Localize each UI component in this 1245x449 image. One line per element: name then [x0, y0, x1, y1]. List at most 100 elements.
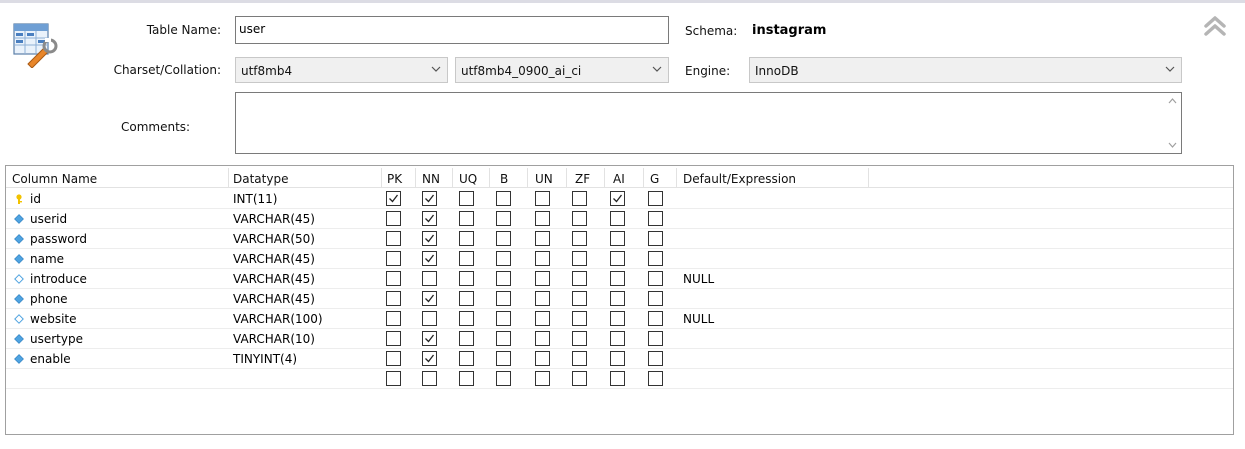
- ai-checkbox[interactable]: [610, 191, 625, 206]
- b-checkbox[interactable]: [496, 251, 511, 266]
- header-nn[interactable]: NN: [422, 172, 440, 186]
- zf-checkbox[interactable]: [572, 371, 587, 386]
- un-checkbox[interactable]: [535, 291, 550, 306]
- zf-checkbox[interactable]: [572, 211, 587, 226]
- column-name-cell[interactable]: id: [14, 192, 41, 206]
- un-checkbox[interactable]: [535, 231, 550, 246]
- pk-checkbox[interactable]: [386, 331, 401, 346]
- comments-scrollbar[interactable]: [1164, 93, 1181, 153]
- ai-checkbox[interactable]: [610, 271, 625, 286]
- table-name-field[interactable]: user: [235, 16, 669, 44]
- datatype-cell[interactable]: INT(11): [233, 192, 277, 206]
- g-checkbox[interactable]: [648, 251, 663, 266]
- table-row[interactable]: id INT(11): [6, 189, 1233, 209]
- datatype-cell[interactable]: VARCHAR(45): [233, 292, 315, 306]
- pk-checkbox[interactable]: [386, 251, 401, 266]
- datatype-cell[interactable]: VARCHAR(45): [233, 272, 315, 286]
- pk-checkbox[interactable]: [386, 191, 401, 206]
- pk-checkbox[interactable]: [386, 371, 401, 386]
- nn-checkbox[interactable]: [422, 351, 437, 366]
- header-column-name[interactable]: Column Name: [12, 172, 97, 186]
- header-default-expression[interactable]: Default/Expression: [683, 172, 796, 186]
- ai-checkbox[interactable]: [610, 371, 625, 386]
- table-row[interactable]: userid VARCHAR(45): [6, 209, 1233, 229]
- datatype-cell[interactable]: VARCHAR(45): [233, 252, 315, 266]
- collation-select[interactable]: utf8mb4_0900_ai_ci: [455, 57, 669, 83]
- ai-checkbox[interactable]: [610, 231, 625, 246]
- zf-checkbox[interactable]: [572, 231, 587, 246]
- datatype-cell[interactable]: VARCHAR(10): [233, 332, 315, 346]
- pk-checkbox[interactable]: [386, 351, 401, 366]
- ai-checkbox[interactable]: [610, 311, 625, 326]
- zf-checkbox[interactable]: [572, 271, 587, 286]
- g-checkbox[interactable]: [648, 371, 663, 386]
- b-checkbox[interactable]: [496, 371, 511, 386]
- b-checkbox[interactable]: [496, 231, 511, 246]
- uq-checkbox[interactable]: [459, 351, 474, 366]
- engine-select[interactable]: InnoDB: [749, 57, 1182, 83]
- comments-textarea[interactable]: [235, 92, 1182, 154]
- zf-checkbox[interactable]: [572, 251, 587, 266]
- uq-checkbox[interactable]: [459, 371, 474, 386]
- pk-checkbox[interactable]: [386, 211, 401, 226]
- un-checkbox[interactable]: [535, 331, 550, 346]
- nn-checkbox[interactable]: [422, 211, 437, 226]
- uq-checkbox[interactable]: [459, 271, 474, 286]
- nn-checkbox[interactable]: [422, 331, 437, 346]
- pk-checkbox[interactable]: [386, 291, 401, 306]
- table-row[interactable]: password VARCHAR(50): [6, 229, 1233, 249]
- zf-checkbox[interactable]: [572, 351, 587, 366]
- table-row[interactable]: [6, 369, 1233, 389]
- un-checkbox[interactable]: [535, 211, 550, 226]
- datatype-cell[interactable]: TINYINT(4): [233, 352, 297, 366]
- column-name-cell[interactable]: userid: [14, 212, 67, 226]
- ai-checkbox[interactable]: [610, 351, 625, 366]
- default-expression-cell[interactable]: NULL: [683, 312, 714, 326]
- nn-checkbox[interactable]: [422, 251, 437, 266]
- nn-checkbox[interactable]: [422, 191, 437, 206]
- uq-checkbox[interactable]: [459, 211, 474, 226]
- header-b[interactable]: B: [500, 172, 508, 186]
- g-checkbox[interactable]: [648, 271, 663, 286]
- b-checkbox[interactable]: [496, 291, 511, 306]
- b-checkbox[interactable]: [496, 191, 511, 206]
- header-datatype[interactable]: Datatype: [233, 172, 288, 186]
- ai-checkbox[interactable]: [610, 331, 625, 346]
- column-name-cell[interactable]: enable: [14, 352, 71, 366]
- ai-checkbox[interactable]: [610, 251, 625, 266]
- g-checkbox[interactable]: [648, 311, 663, 326]
- nn-checkbox[interactable]: [422, 311, 437, 326]
- g-checkbox[interactable]: [648, 191, 663, 206]
- column-name-cell[interactable]: introduce: [14, 272, 87, 286]
- column-name-cell[interactable]: name: [14, 252, 64, 266]
- un-checkbox[interactable]: [535, 251, 550, 266]
- ai-checkbox[interactable]: [610, 291, 625, 306]
- zf-checkbox[interactable]: [572, 311, 587, 326]
- uq-checkbox[interactable]: [459, 191, 474, 206]
- zf-checkbox[interactable]: [572, 291, 587, 306]
- header-uq[interactable]: UQ: [459, 172, 477, 186]
- uq-checkbox[interactable]: [459, 231, 474, 246]
- b-checkbox[interactable]: [496, 351, 511, 366]
- pk-checkbox[interactable]: [386, 311, 401, 326]
- b-checkbox[interactable]: [496, 211, 511, 226]
- nn-checkbox[interactable]: [422, 371, 437, 386]
- table-row[interactable]: phone VARCHAR(45): [6, 289, 1233, 309]
- nn-checkbox[interactable]: [422, 231, 437, 246]
- datatype-cell[interactable]: VARCHAR(50): [233, 232, 315, 246]
- un-checkbox[interactable]: [535, 351, 550, 366]
- column-name-cell[interactable]: website: [14, 312, 77, 326]
- header-pk[interactable]: PK: [387, 172, 402, 186]
- g-checkbox[interactable]: [648, 291, 663, 306]
- column-name-cell[interactable]: usertype: [14, 332, 83, 346]
- b-checkbox[interactable]: [496, 271, 511, 286]
- header-un[interactable]: UN: [535, 172, 553, 186]
- charset-select[interactable]: utf8mb4: [235, 57, 448, 83]
- columns-grid[interactable]: Column Name Datatype PK NN UQ B UN ZF AI…: [5, 165, 1234, 435]
- datatype-cell[interactable]: VARCHAR(45): [233, 212, 315, 226]
- nn-checkbox[interactable]: [422, 291, 437, 306]
- double-chevron-up-icon[interactable]: [1203, 14, 1227, 38]
- column-name-cell[interactable]: phone: [14, 292, 68, 306]
- b-checkbox[interactable]: [496, 311, 511, 326]
- g-checkbox[interactable]: [648, 331, 663, 346]
